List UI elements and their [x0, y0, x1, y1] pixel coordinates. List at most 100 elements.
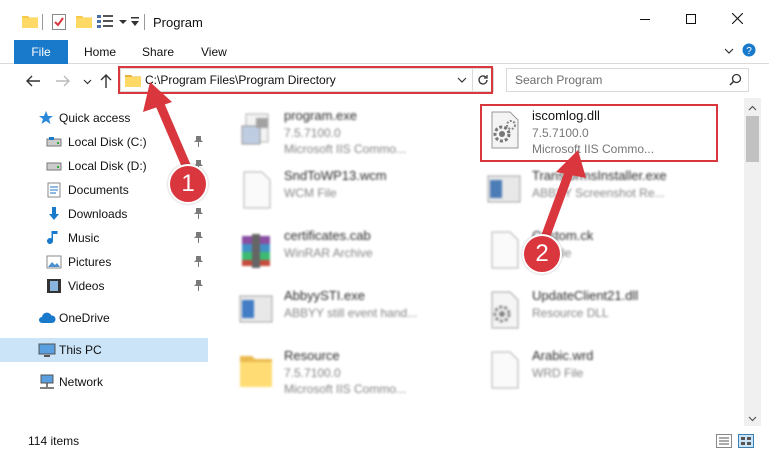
address-bar[interactable]: C:\Program Files\Program Directory	[120, 68, 494, 92]
file-version: 7.5.7100.0	[284, 126, 341, 140]
large-icons-view-icon[interactable]	[738, 434, 754, 448]
expand-ribbon-icon[interactable]	[724, 45, 734, 59]
file-item[interactable]: Arabic.wrd WRD File	[484, 344, 734, 396]
pin-icon	[194, 256, 203, 270]
file-name: program.exe	[284, 108, 357, 123]
file-description: Microsoft IIS Commo...	[284, 142, 407, 156]
file-name: UpdateClient21.dll	[532, 288, 639, 303]
folder-icon	[236, 348, 276, 392]
forward-button[interactable]	[54, 72, 72, 90]
pin-icon	[194, 232, 203, 246]
generic-file-icon	[236, 168, 276, 212]
refresh-icon	[478, 75, 488, 85]
file-version: 7.5.7100.0	[532, 126, 589, 140]
sidebar-item-label: Videos	[68, 279, 105, 293]
sidebar-item-this-pc[interactable]: This PC	[0, 338, 208, 362]
view-options-icon[interactable]	[97, 14, 115, 31]
file-name: SndToWP13.wcm	[284, 168, 387, 183]
cloud-icon	[38, 310, 56, 326]
minimize-button[interactable]	[622, 0, 668, 40]
file-type: ABBYY Screenshot Re...	[532, 186, 665, 200]
status-bar: 114 items	[0, 426, 769, 467]
file-description: Microsoft IIS Commo...	[532, 142, 655, 156]
step-badge-1: 1	[168, 164, 208, 204]
sidebar-item-music[interactable]: Music	[0, 226, 208, 250]
pin-icon	[194, 208, 203, 222]
tab-share[interactable]: Share	[142, 45, 174, 59]
new-folder-icon[interactable]	[76, 14, 92, 31]
address-path: C:\Program Files\Program Directory	[145, 73, 336, 87]
properties-icon[interactable]	[52, 14, 66, 33]
search-input[interactable]	[515, 72, 715, 88]
address-dropdown-icon[interactable]	[457, 74, 467, 88]
folder-icon	[22, 14, 38, 31]
sidebar-item-downloads[interactable]: Downloads	[0, 202, 208, 226]
recent-locations-button[interactable]	[78, 72, 96, 90]
file-type: Resource DLL	[532, 306, 609, 320]
minimize-icon	[640, 13, 650, 27]
up-arrow-icon	[100, 74, 112, 88]
pin-icon	[194, 280, 203, 294]
file-item[interactable]: UpdateClient21.dll Resource DLL	[484, 284, 734, 336]
sidebar-item-label: Pictures	[68, 255, 112, 269]
sidebar-item-label: Quick access	[59, 111, 131, 125]
file-item[interactable]: Resource 7.5.7100.0 Microsoft IIS Commo.…	[236, 344, 486, 396]
scroll-thumb[interactable]	[746, 116, 759, 162]
refresh-button[interactable]	[472, 68, 494, 92]
drive-icon	[46, 158, 62, 174]
scroll-down-icon[interactable]	[748, 412, 757, 422]
tab-view[interactable]: View	[201, 45, 227, 59]
sidebar-item-label: Downloads	[68, 207, 128, 221]
download-arrow-icon	[46, 206, 62, 222]
folder-icon	[125, 73, 141, 90]
file-item[interactable]: TransformsInstaller.exe ABBYY Screenshot…	[484, 164, 734, 216]
sidebar-item-label: OneDrive	[59, 311, 110, 325]
close-button[interactable]	[714, 0, 760, 40]
navigation-pane: Quick access Local Disk (C:) Local Disk …	[0, 98, 210, 426]
sidebar-item-label: Local Disk (C:)	[68, 135, 147, 149]
up-button[interactable]	[97, 72, 115, 90]
svg-text:?: ?	[746, 46, 752, 57]
title-divider	[144, 14, 145, 30]
drive-icon	[46, 134, 62, 150]
sidebar-item-label: Documents	[68, 183, 129, 197]
pictures-icon	[46, 254, 62, 270]
file-name: AbbyySTI.exe	[284, 288, 365, 303]
back-button[interactable]	[24, 72, 42, 90]
file-item[interactable]: SndToWP13.wcm WCM File	[236, 164, 486, 216]
help-icon[interactable]: ?	[742, 43, 756, 60]
title-bar: Program	[0, 0, 769, 40]
tab-home[interactable]: Home	[84, 45, 116, 59]
details-view-icon[interactable]	[716, 434, 732, 448]
file-type: WinRAR Archive	[284, 246, 373, 260]
tab-file[interactable]: File	[14, 40, 68, 64]
customize-dropdown-icon[interactable]	[118, 16, 128, 30]
file-item-selected[interactable]: iscomlog.dll 7.5.7100.0 Microsoft IIS Co…	[484, 104, 734, 156]
sidebar-item-network[interactable]: Network	[0, 370, 208, 394]
search-box	[506, 68, 749, 92]
file-type: WRD File	[532, 366, 584, 380]
maximize-button[interactable]	[668, 0, 714, 40]
chevron-down-icon	[83, 79, 91, 84]
film-icon	[46, 278, 62, 294]
file-item[interactable]: AbbyySTI.exe ABBYY still event hand...	[236, 284, 486, 336]
file-description: Microsoft IIS Commo...	[284, 382, 407, 396]
sidebar-item-videos[interactable]: Videos	[0, 274, 208, 298]
sidebar-item-quick-access[interactable]: Quick access	[0, 106, 208, 130]
sidebar-item-pictures[interactable]: Pictures	[0, 250, 208, 274]
vertical-scrollbar[interactable]	[744, 98, 761, 426]
file-item[interactable]: program.exe 7.5.7100.0 Microsoft IIS Com…	[236, 104, 486, 156]
exe-icon	[236, 108, 276, 152]
sidebar-item-label: Local Disk (D:)	[68, 159, 147, 173]
generic-file-icon	[484, 228, 524, 272]
scroll-up-icon[interactable]	[748, 102, 757, 111]
file-item[interactable]: certificates.cab WinRAR Archive	[236, 224, 486, 276]
search-icon[interactable]	[729, 73, 742, 89]
file-name: iscomlog.dll	[532, 108, 600, 123]
close-icon	[731, 12, 743, 27]
file-version: 7.5.7100.0	[284, 366, 341, 380]
sidebar-item-local-disk-c[interactable]: Local Disk (C:)	[0, 130, 208, 154]
back-arrow-icon	[26, 75, 40, 87]
sidebar-item-onedrive[interactable]: OneDrive	[0, 306, 208, 330]
quick-access-menu-icon[interactable]	[131, 16, 139, 30]
